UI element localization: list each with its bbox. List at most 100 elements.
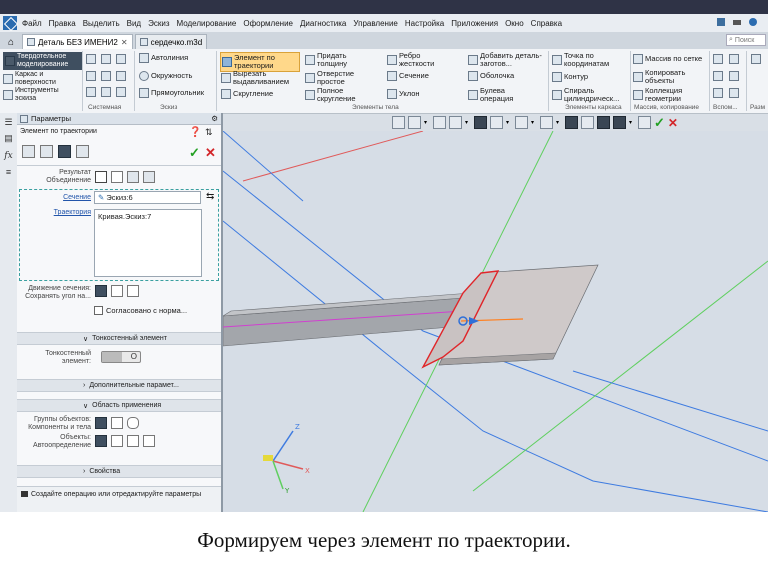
save-icon[interactable]: [716, 17, 726, 27]
point-aux-icon[interactable]: [729, 71, 739, 81]
zoom-all-icon[interactable]: [392, 116, 405, 129]
menu-window[interactable]: Окно: [505, 19, 524, 28]
close-icon[interactable]: ✕: [121, 38, 128, 47]
redo-icon[interactable]: [101, 87, 111, 97]
mode-surfaces-button[interactable]: Каркас и поверхности: [3, 71, 79, 87]
circle-button[interactable]: Окружность: [139, 71, 192, 81]
menu-diagnostics[interactable]: Диагностика: [300, 19, 346, 28]
line-icon[interactable]: [713, 88, 723, 98]
model-viewport[interactable]: Z X Y: [223, 131, 768, 512]
mode-solid-button[interactable]: Твердотельное моделирование: [3, 52, 83, 70]
menu-view[interactable]: Вид: [127, 19, 141, 28]
auto-detect-icon[interactable]: [95, 435, 107, 447]
geom-collection-button[interactable]: Коллекция геометрии: [633, 87, 705, 103]
display-mode-icon[interactable]: [490, 116, 503, 129]
filter-objects-icon[interactable]: [143, 435, 155, 447]
params-tab-icon[interactable]: ☰: [3, 117, 14, 128]
hole-button[interactable]: Отверстие простое: [305, 70, 375, 86]
parallel-icon[interactable]: [111, 285, 123, 297]
union-icon[interactable]: [95, 171, 107, 183]
trajectory-link[interactable]: Траектория: [19, 209, 91, 217]
dropdown-arrow-icon[interactable]: ▾: [629, 116, 635, 129]
copy-icon[interactable]: [86, 71, 96, 81]
tree-icon[interactable]: [597, 116, 610, 129]
consistent-checkbox[interactable]: [94, 306, 103, 315]
menu-apps[interactable]: Приложения: [451, 19, 498, 28]
selected-objects-icon[interactable]: [127, 435, 139, 447]
thin-wall-toggle[interactable]: [101, 351, 141, 363]
cancel-x-icon[interactable]: ✕: [668, 116, 678, 130]
trajectory-field[interactable]: Кривая.Эскиз:7: [94, 209, 202, 277]
new-file-icon[interactable]: [86, 54, 96, 64]
thicken-button[interactable]: Придать толщину: [305, 52, 375, 68]
gear-icon[interactable]: ⚙: [211, 114, 218, 123]
mode-sketch-tools-button[interactable]: Инструменты эскиза: [3, 87, 79, 103]
mode-sweep-icon[interactable]: [58, 145, 71, 158]
help-icon[interactable]: ❓: [189, 127, 201, 138]
pan-icon[interactable]: [433, 116, 446, 129]
rib-button[interactable]: Ребро жесткости: [387, 52, 457, 68]
filter-icon[interactable]: [613, 116, 626, 129]
dropdown-arrow-icon[interactable]: ▾: [424, 116, 430, 129]
boolean-button[interactable]: Булева операция: [468, 87, 538, 103]
properties-section[interactable]: › Свойства: [17, 465, 222, 478]
pin-icon[interactable]: ⇅: [205, 127, 213, 138]
dropdown-arrow-icon[interactable]: ▾: [531, 116, 537, 129]
home-icon[interactable]: ⌂: [2, 35, 20, 49]
markup-icon[interactable]: [751, 54, 761, 64]
orientation-icon[interactable]: [474, 116, 487, 129]
direction-icon[interactable]: ⇆: [206, 191, 214, 202]
tree-tab-icon[interactable]: ▤: [3, 133, 14, 144]
menu-design[interactable]: Оформление: [243, 19, 293, 28]
fillet-button[interactable]: Скругление: [221, 89, 273, 99]
undo-icon[interactable]: [86, 87, 96, 97]
copy-objects-button[interactable]: Копировать объекты: [633, 69, 705, 85]
menu-modeling[interactable]: Моделирование: [176, 19, 236, 28]
save-file-icon[interactable]: [116, 54, 126, 64]
autoline-button[interactable]: Автолиния: [139, 53, 188, 63]
menu-file[interactable]: Файл: [22, 19, 42, 28]
scope-section[interactable]: ∨ Область применения: [17, 399, 222, 412]
snap-icon[interactable]: [565, 116, 578, 129]
menu-sketch[interactable]: Эскиз: [148, 19, 169, 28]
mode-section-icon[interactable]: [40, 145, 53, 158]
contour-button[interactable]: Контур: [552, 72, 588, 82]
new-body-icon[interactable]: [111, 171, 123, 183]
dropdown-arrow-icon[interactable]: ▾: [506, 116, 512, 129]
shell-button[interactable]: Оболочка: [468, 71, 514, 81]
rotate-icon[interactable]: [449, 116, 462, 129]
axis-icon[interactable]: [713, 54, 723, 64]
hide-icon[interactable]: [540, 116, 553, 129]
search-input[interactable]: ⌕ Поиск: [726, 34, 766, 46]
section-button[interactable]: Сечение: [387, 71, 429, 81]
cancel-x-icon[interactable]: ✕: [205, 145, 216, 161]
layers-tab-icon[interactable]: ≡: [3, 166, 14, 177]
mode-cut-icon[interactable]: [76, 145, 89, 158]
add-blank-button[interactable]: Добавить деталь-заготов...: [468, 52, 546, 68]
thin-wall-section[interactable]: ∨ Тонкостенный элемент: [17, 332, 222, 345]
bodies-icon[interactable]: [127, 417, 139, 429]
all-objects-icon[interactable]: [111, 435, 123, 447]
menu-edit[interactable]: Правка: [49, 19, 76, 28]
rebuild-icon[interactable]: [116, 87, 126, 97]
orthogonal-icon[interactable]: [127, 285, 139, 297]
dropdown-arrow-icon[interactable]: ▾: [556, 116, 562, 129]
open-file-icon[interactable]: [101, 54, 111, 64]
keep-angle-icon[interactable]: [95, 285, 107, 297]
menu-settings[interactable]: Настройка: [405, 19, 444, 28]
pin-view-icon[interactable]: [638, 116, 651, 129]
tab-doc1[interactable]: Деталь БЕЗ ИМЕНИ2 ✕: [22, 34, 133, 49]
section-view-icon[interactable]: [515, 116, 528, 129]
grid-icon[interactable]: [581, 116, 594, 129]
mode-elements-icon[interactable]: [22, 145, 35, 158]
components-icon[interactable]: [111, 417, 123, 429]
cut-extrude-button[interactable]: Вырезать выдавливанием: [221, 70, 297, 86]
spiral-button[interactable]: Спираль цилиндрическ...: [552, 87, 630, 103]
components-bodies-icon[interactable]: [95, 417, 107, 429]
section-field[interactable]: ✎ Эскиз:6: [94, 191, 201, 204]
tab-doc2[interactable]: сердечко.m3d: [134, 34, 208, 49]
menu-help[interactable]: Справка: [531, 19, 562, 28]
section-link[interactable]: Сечение: [19, 194, 91, 202]
menu-manage[interactable]: Управление: [353, 19, 397, 28]
dropdown-arrow-icon[interactable]: ▾: [465, 116, 471, 129]
